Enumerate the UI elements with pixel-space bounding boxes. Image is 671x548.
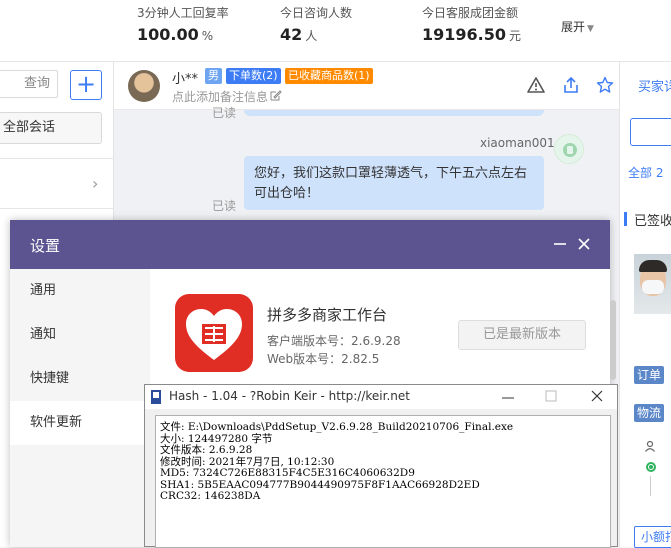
expand-button[interactable]: 展开 ▼	[561, 18, 594, 35]
hash-file-line: 文件: E:\Downloads\PddSetup_V2.6.9.28_Buil…	[160, 421, 514, 433]
favorites-tag: 已收藏商品数(1)	[285, 68, 373, 84]
buyer-info-panel: 买家详 全部 2 已签收 订单 物流 小额打	[619, 62, 671, 548]
status-marker	[624, 212, 627, 226]
minimize-icon[interactable]	[501, 389, 515, 405]
mask	[642, 280, 664, 294]
expand-label: 展开	[561, 20, 586, 34]
add-button[interactable]: +	[70, 70, 102, 100]
close-icon[interactable]	[576, 236, 592, 252]
stats-bar: 3分钟人工回复率 100.00% 今日咨询人数 42 人 今日客服成团金额 191…	[0, 0, 671, 62]
read-status: 已读	[212, 199, 237, 213]
previous-message-bubble	[244, 110, 544, 116]
client-version: 客户端版本号：2.6.9.28	[267, 334, 401, 348]
hash-result-text[interactable]: 文件: E:\Downloads\PddSetup_V2.6.9.28_Buil…	[155, 415, 611, 548]
buyer-search-input[interactable]	[630, 118, 671, 146]
nav-item-notification[interactable]: 通知	[10, 313, 150, 357]
divider	[0, 158, 114, 159]
all-orders-filter[interactable]: 全部 2	[628, 164, 663, 181]
caret-down-icon: ▼	[587, 24, 594, 34]
order-badge: 订单	[634, 366, 664, 384]
hash-md5-line: MD5: 7324C726E88315F4C5E316C4060632D9	[160, 467, 415, 479]
warning-icon[interactable]	[527, 76, 545, 94]
divider	[0, 208, 114, 209]
small-payment-button[interactable]: 小额打	[634, 526, 671, 548]
message-bubble: 您好，我们这款口罩轻薄透气，下午五六点左右可出仓哈！	[244, 156, 544, 210]
all-sessions-dropdown[interactable]: 全部会话	[0, 112, 102, 144]
close-icon[interactable]	[591, 390, 603, 402]
stat-value: 19196.50	[422, 25, 507, 44]
hash-app-icon	[151, 390, 161, 404]
latest-version-button[interactable]: 已是最新版本	[458, 320, 586, 350]
stat-unit: %	[201, 29, 214, 43]
hash-title: Hash - 1.04 - ?Robin Keir - http://keir.…	[169, 389, 410, 403]
edit-icon[interactable]	[270, 89, 282, 101]
star-icon[interactable]	[596, 76, 614, 94]
agent-logo-icon	[563, 143, 577, 157]
logistics-status-dot	[646, 462, 656, 472]
stat-reply-rate: 3分钟人工回复率 100.00%	[137, 4, 229, 44]
stat-label: 今日咨询人数	[280, 6, 353, 20]
chevron-right-icon[interactable]: ›	[92, 174, 98, 193]
timeline-line	[650, 476, 651, 496]
maximize-icon[interactable]	[545, 390, 557, 402]
person-icon	[645, 440, 655, 452]
minimize-icon[interactable]	[552, 236, 568, 252]
settings-title: 设置	[30, 237, 61, 255]
hash-title-bar: Hash - 1.04 - ?Robin Keir - http://keir.…	[145, 385, 617, 409]
stat-label: 今日客服成团金额	[422, 6, 519, 20]
stat-group-amount: 今日客服成团金额 19196.50 元	[422, 4, 521, 44]
settings-title-bar: 设置	[10, 220, 610, 269]
stat-value: 100.00	[137, 25, 199, 44]
nav-item-software-update[interactable]: 软件更新	[10, 401, 150, 445]
nav-item-general[interactable]: 通用	[10, 269, 150, 313]
nav-item-shortcuts[interactable]: 快捷键	[10, 357, 150, 401]
settings-nav: 通用 通知 快捷键 软件更新	[10, 269, 150, 547]
chat-header: 小** 男 下单数(2) 已收藏商品数(1) 点此添加备注信息	[114, 62, 619, 110]
product-image[interactable]	[634, 254, 671, 314]
stat-label: 3分钟人工回复率	[137, 6, 229, 20]
hair	[639, 260, 667, 272]
hash-window: Hash - 1.04 - ?Robin Keir - http://keir.…	[144, 384, 618, 548]
hash-crc32-line: CRC32: 146238DA	[160, 490, 261, 502]
stat-value: 42	[280, 25, 303, 44]
heart-logo-icon	[186, 309, 242, 360]
web-version: Web版本号：2.82.5	[267, 352, 380, 366]
logistics-badge: 物流	[634, 404, 664, 422]
stat-unit: 人	[305, 29, 318, 43]
orders-tag: 下单数(2)	[226, 68, 281, 84]
order-status: 已签收	[634, 214, 671, 229]
search-button[interactable]: 查询	[16, 70, 58, 98]
read-status: 已读	[212, 106, 237, 120]
tab-buyer-details[interactable]: 买家详	[638, 76, 671, 95]
agent-avatar	[554, 134, 584, 164]
add-note-link[interactable]: 点此添加备注信息	[172, 88, 268, 105]
customer-avatar[interactable]	[128, 70, 160, 102]
customer-name: 小**	[172, 72, 199, 87]
stat-consult-count: 今日咨询人数 42 人	[280, 4, 352, 44]
gender-tag: 男	[205, 68, 222, 84]
scrollbar[interactable]	[610, 300, 616, 380]
app-name: 拼多多商家工作台	[267, 306, 388, 324]
hash-version-line: 文件版本: 2.6.9.28	[160, 444, 253, 456]
stat-unit: 元	[509, 29, 522, 43]
share-icon[interactable]	[562, 76, 580, 94]
agent-name: xiaoman001	[480, 136, 555, 150]
pinduoduo-logo	[175, 294, 253, 372]
